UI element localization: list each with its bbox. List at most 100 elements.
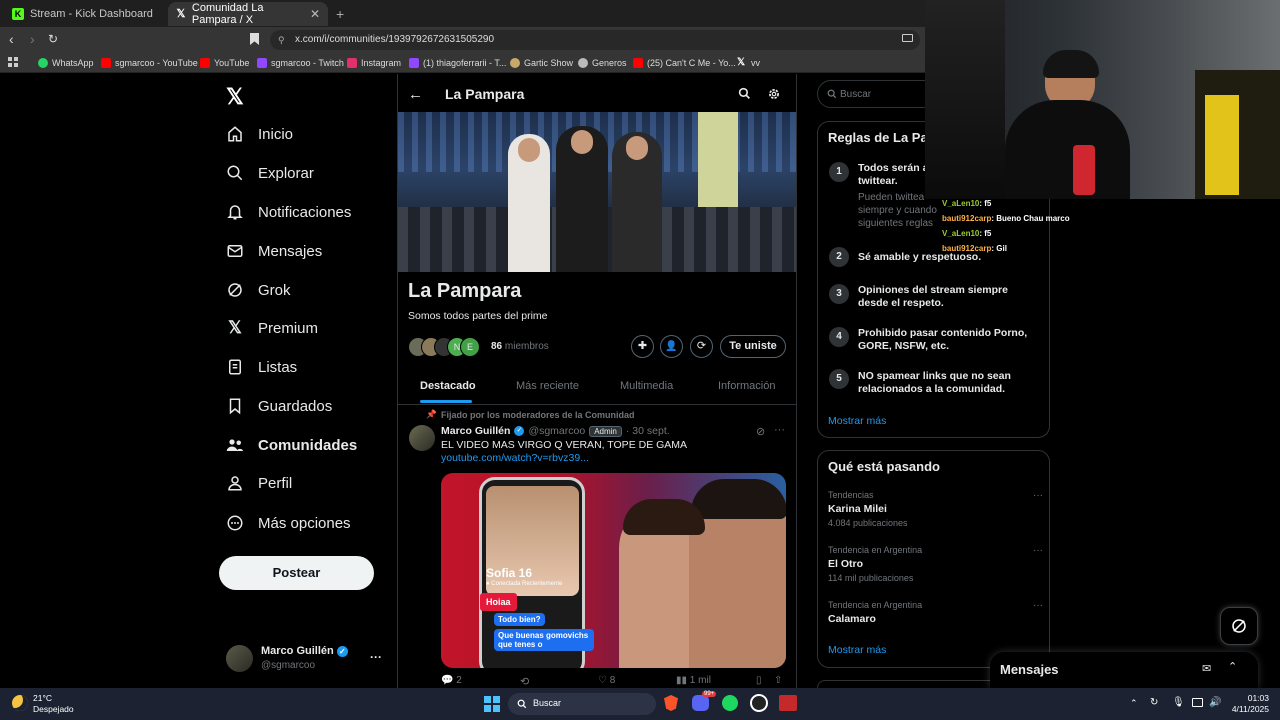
bookmark-whatsapp[interactable]: WhatsApp (38, 55, 94, 71)
nav-explorar[interactable]: Explorar (226, 159, 314, 187)
new-tab-icon[interactable]: + (336, 6, 344, 22)
invite-user-icon[interactable]: 👤 (660, 335, 683, 358)
nav-guardados[interactable]: Guardados (226, 392, 332, 420)
taskbar-search[interactable]: Buscar (508, 693, 656, 715)
chat-text: : f5 (979, 229, 992, 238)
bookmark-vv[interactable]: 𝕏vv (735, 55, 760, 71)
post-author[interactable]: Marco Guillén (441, 425, 510, 437)
back-arrow-icon[interactable]: ← (408, 86, 423, 103)
search-icon[interactable] (738, 87, 751, 100)
reload-icon[interactable]: ↻ (48, 32, 58, 46)
messages-drawer[interactable]: Mensajes ✉ ⌃ (990, 652, 1258, 688)
views-button[interactable]: ▮▮ 1 mil (676, 675, 711, 686)
post-handle[interactable]: @sgmarcoo (528, 425, 585, 437)
obs-icon[interactable] (750, 694, 768, 712)
trend-more-icon[interactable]: ··· (1033, 545, 1043, 556)
clock[interactable]: 01:03 4/11/2025 (1229, 693, 1269, 715)
bookmark-icon[interactable]: ▯ (756, 675, 762, 686)
nav-mensajes[interactable]: Mensajes (226, 237, 322, 265)
network-icon[interactable] (1192, 698, 1203, 707)
nav-perfil[interactable]: Perfil (226, 469, 292, 497)
forward-icon[interactable]: › (30, 31, 35, 47)
trend-more-icon[interactable]: ··· (1033, 600, 1043, 611)
address-bar[interactable]: ⚲ x.com/i/communities/193979267263150529… (270, 30, 920, 50)
x-logo-icon[interactable]: 𝕏 (226, 84, 244, 110)
bookmark-instagram[interactable]: Instagram (347, 55, 401, 71)
trend-item[interactable]: Tendencia en Argentina El Otro 114 mil p… (828, 545, 1043, 589)
compose-message-icon[interactable]: ✉ (1202, 662, 1211, 675)
tab-mas-reciente[interactable]: Más reciente (516, 380, 579, 392)
video-thumbnail[interactable]: Sofia 16 ● Conectada Recientemente Hoiaa… (441, 473, 786, 668)
search-input[interactable]: Buscar (817, 80, 937, 108)
back-icon[interactable]: ‹ (9, 31, 14, 47)
share-icon[interactable]: ⟳ (690, 335, 713, 358)
nav-inicio[interactable]: Inicio (226, 120, 293, 148)
tray-sync-icon[interactable]: ↻ (1150, 697, 1158, 708)
member-avatars[interactable]: N E (408, 337, 488, 357)
tab-multimedia[interactable]: Multimedia (620, 380, 673, 392)
trend-item[interactable]: Tendencias Karina Milei 4.084 publicacio… (828, 490, 1043, 534)
post-button[interactable]: Postear (219, 556, 374, 590)
rules-show-more-link[interactable]: Mostrar más (828, 415, 886, 427)
nav-grok[interactable]: Grok (226, 276, 291, 304)
post-link[interactable]: youtube.com/watch?v=rbvz39... (441, 452, 589, 464)
x-premium-icon: 𝕏 (228, 318, 242, 337)
nav-premium[interactable]: 𝕏 Premium (226, 314, 318, 342)
bookmark-cant-c-me[interactable]: (25) Can't C Me - Yo... (633, 55, 736, 71)
account-more-icon[interactable]: ··· (370, 650, 382, 664)
discord-icon[interactable] (692, 695, 709, 711)
bookmark-thiago[interactable]: (1) thiagoferrarii - T... (409, 55, 506, 71)
instagram-icon (347, 58, 357, 68)
repost-icon[interactable]: ⟲ (520, 675, 529, 688)
app-icon[interactable] (779, 695, 797, 711)
tray-chevron-icon[interactable]: ⌃ (1130, 698, 1138, 709)
like-button[interactable]: ♡ 8 (598, 675, 615, 686)
weather-widget[interactable]: 21°C Despejado (33, 693, 74, 715)
nav-listas[interactable]: Listas (226, 353, 297, 381)
post-date[interactable]: · 30 sept. (626, 425, 670, 437)
tab-community-x[interactable]: 𝕏 Comunidad La Pampara / X ✕ (168, 2, 328, 26)
windows-start-icon[interactable] (484, 696, 500, 712)
member-count[interactable]: 86 miembros (491, 341, 549, 352)
nav-notificaciones[interactable]: Notificaciones (226, 198, 351, 226)
grok-icon[interactable]: ⊘ (756, 425, 765, 438)
nav-comunidades[interactable]: Comunidades (226, 431, 357, 459)
bookmark-youtube[interactable]: YouTube (200, 55, 249, 71)
tab-destacado[interactable]: Destacado (420, 380, 476, 392)
rule-number: 5 (829, 369, 849, 389)
tab-kick-dashboard[interactable]: K Stream - Kick Dashboard (4, 2, 166, 26)
reply-button[interactable]: 💬 2 (441, 675, 462, 686)
face (626, 136, 648, 160)
grok-float-button[interactable] (1220, 607, 1258, 645)
account-name[interactable]: Marco Guillén ✓ (261, 645, 348, 657)
bookmark-gartic[interactable]: Gartic Show (510, 55, 573, 71)
tab-informacion[interactable]: Información (718, 380, 775, 392)
share-icon[interactable]: ⇧ (774, 675, 782, 686)
moon-weather-icon[interactable] (12, 695, 28, 711)
gear-icon[interactable] (767, 87, 781, 101)
close-tab-icon[interactable]: ✕ (310, 7, 320, 21)
pin-icon[interactable]: ✚ (631, 335, 654, 358)
microphone-icon[interactable]: 🎙 (1172, 697, 1185, 708)
bookmark-generos[interactable]: Generos (578, 55, 627, 71)
clock-time: 01:03 (1247, 693, 1269, 703)
avatar[interactable] (409, 425, 435, 451)
more-options-icon[interactable]: ··· (774, 424, 785, 436)
expand-icon[interactable]: ⌃ (1228, 660, 1237, 673)
bookmark-youtube-sgmarcoo[interactable]: sgmarcoo - YouTube (101, 55, 198, 71)
nav-mas-opciones[interactable]: Más opciones (226, 509, 351, 537)
trend-more-icon[interactable]: ··· (1033, 490, 1043, 501)
cast-icon[interactable] (902, 34, 913, 42)
apps-grid-icon[interactable] (8, 57, 18, 67)
spotify-icon[interactable] (722, 695, 738, 711)
volume-icon[interactable]: 🔊 (1209, 697, 1221, 708)
url-text: x.com/i/communities/1939792672631505290 (295, 34, 495, 45)
joined-button[interactable]: Te uniste (720, 335, 786, 358)
bookmark-twitch[interactable]: sgmarcoo - Twitch (257, 55, 344, 71)
trend-context: Tendencias (828, 490, 874, 500)
community-banner-image[interactable] (398, 112, 796, 272)
avatar[interactable] (226, 645, 253, 672)
site-info-icon[interactable]: ⚲ (278, 30, 285, 50)
trend-item[interactable]: Tendencia en Argentina Calamaro ··· (828, 600, 1043, 630)
trends-show-more-link[interactable]: Mostrar más (828, 644, 886, 656)
